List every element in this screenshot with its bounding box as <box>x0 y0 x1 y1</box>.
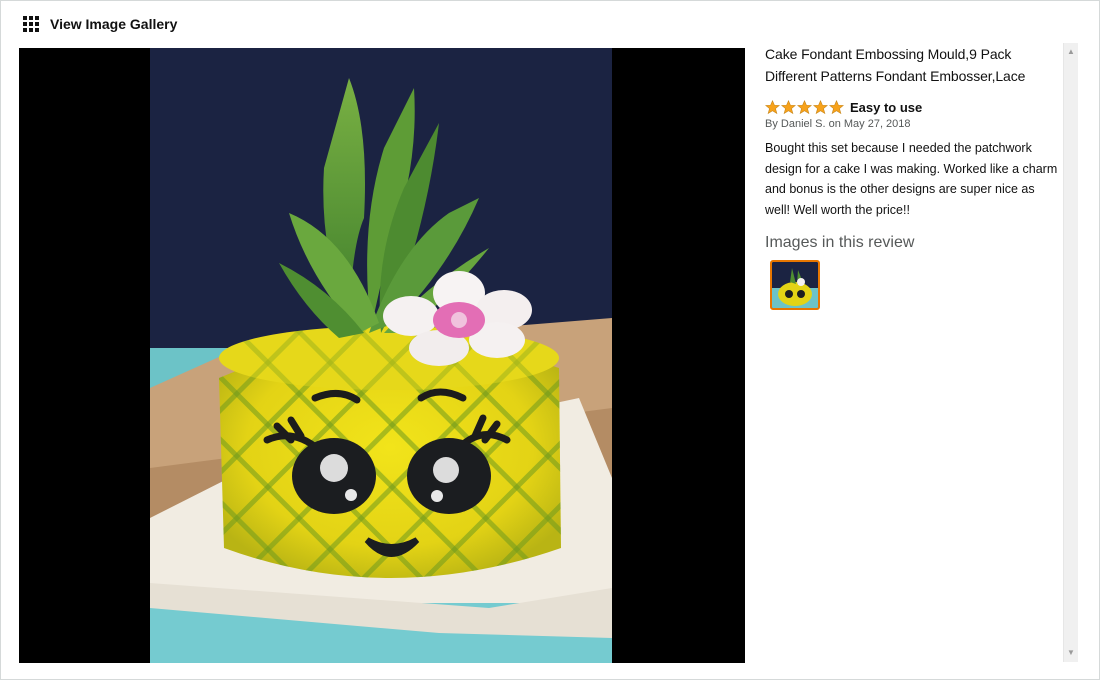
review-rating-row: Easy to use <box>765 100 1061 115</box>
view-image-gallery-link[interactable]: View Image Gallery <box>22 15 177 33</box>
review-title[interactable]: Easy to use <box>850 100 922 115</box>
scroll-up-arrow-icon[interactable]: ▲ <box>1064 45 1078 59</box>
product-title[interactable]: Cake Fondant Embossing Mould,9 Pack Diff… <box>765 43 1061 87</box>
scroll-down-arrow-icon[interactable]: ▼ <box>1064 646 1078 660</box>
review-byline: By Daniel S. on May 27, 2018 <box>765 118 911 130</box>
pineapple-cake-thumbnail-image <box>772 262 818 308</box>
grid-icon <box>23 16 39 32</box>
star-icon <box>797 100 812 115</box>
review-image-thumbnail[interactable] <box>770 260 820 310</box>
images-in-review-heading: Images in this review <box>765 234 915 251</box>
review-body: Bought this set because I needed the pat… <box>765 141 1058 217</box>
side-panel-scrollbar[interactable]: ▲ ▼ <box>1063 43 1078 662</box>
pineapple-cake-photo <box>150 48 612 663</box>
star-rating <box>765 100 844 115</box>
star-icon <box>829 100 844 115</box>
review-image-viewer[interactable] <box>19 48 745 663</box>
view-image-gallery-label: View Image Gallery <box>50 16 178 32</box>
review-side-panel: Cake Fondant Embossing Mould,9 Pack Diff… <box>765 43 1061 663</box>
star-icon <box>813 100 828 115</box>
star-icon <box>765 100 780 115</box>
star-icon <box>781 100 796 115</box>
